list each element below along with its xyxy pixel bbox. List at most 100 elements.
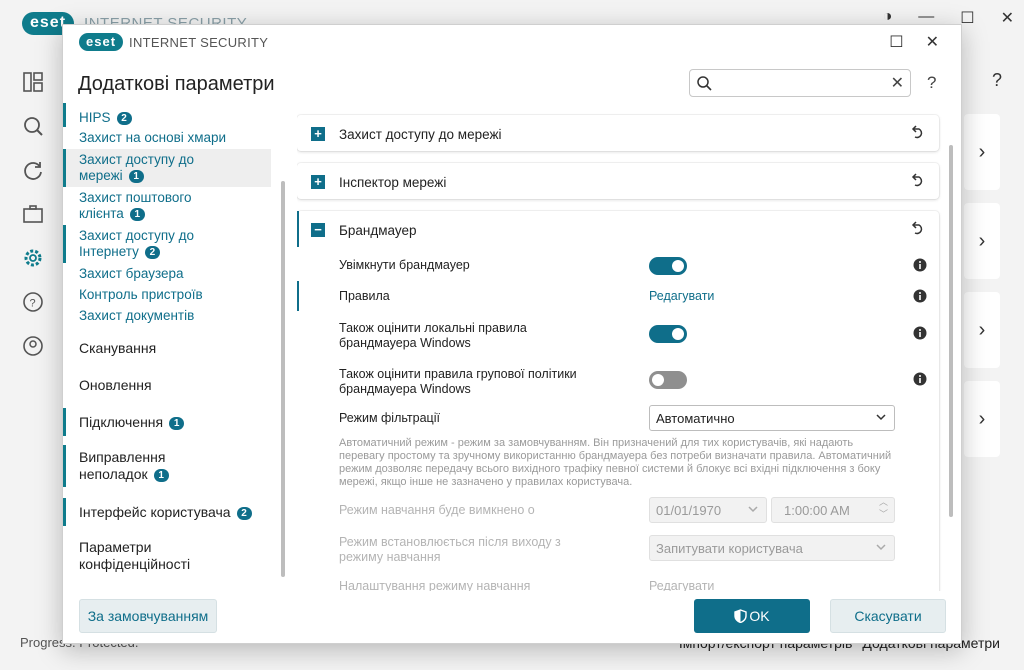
spinner-arrows-icon[interactable]: ︿ ﹀ (879, 496, 888, 520)
tree-item-hips[interactable]: HIPS 2 (63, 109, 293, 127)
info-icon[interactable] (913, 326, 927, 340)
shield-icon (734, 609, 748, 623)
bg-card-3[interactable]: › (964, 292, 1000, 368)
nav-scan[interactable] (0, 104, 62, 148)
nav-tools[interactable] (0, 192, 62, 236)
setting-label: Також оцінити правила групової політики … (339, 367, 577, 396)
tree-item-label: Параметри конфіденційності (79, 539, 191, 572)
content-scrollbar[interactable] (949, 145, 953, 517)
close-icon[interactable]: ✕ (926, 32, 939, 52)
expand-icon[interactable]: + (311, 127, 325, 141)
filter-mode-description: Автоматичний режим - режим за замовчуван… (339, 437, 892, 488)
nav-update[interactable] (0, 148, 62, 192)
tree-item-device-control[interactable]: Контроль пристроїв (63, 284, 293, 305)
section-firewall: − Брандмауер Увімкнути брандмауер Правил… (297, 211, 939, 591)
tree-item-network-access[interactable]: Захист доступу до мережі 1 (63, 149, 271, 187)
tree-item-label: Захист на основі хмари (79, 130, 227, 145)
chevron-right-icon: › (978, 407, 986, 430)
dialog-product-name: INTERNET SECURITY (129, 34, 269, 50)
tree-item-updates[interactable]: Оновлення (63, 375, 293, 412)
enable-firewall-toggle[interactable] (649, 257, 687, 275)
tree-item-label: Захист поштового клієнта 1 (79, 190, 192, 221)
count-badge: 1 (129, 208, 145, 221)
clear-search-icon[interactable]: ✕ (891, 73, 904, 93)
tree-item-cloud[interactable]: Захист на основі хмари (63, 127, 293, 149)
tree-item-email[interactable]: Захист поштового клієнта 1 (63, 187, 293, 225)
section-network-inspector[interactable]: + Інспектор мережі (297, 163, 939, 199)
edit-rules-link[interactable]: Редагувати (649, 289, 714, 303)
learning-date-picker[interactable]: 01/01/1970 (649, 497, 767, 523)
setting-label: Увімкнути брандмауер (339, 258, 470, 272)
main-sidebar: ? (0, 60, 62, 368)
count-badge: 2 (116, 112, 132, 125)
info-icon[interactable] (913, 372, 927, 386)
help-icon[interactable]: ? (927, 73, 936, 93)
maximize-icon[interactable]: ☐ (889, 32, 903, 52)
after-learning-value: Запитувати користувача (656, 541, 803, 556)
after-learning-select[interactable]: Запитувати користувача (649, 535, 895, 561)
nav-overview[interactable] (0, 60, 62, 104)
cancel-button[interactable]: Скасувати (830, 599, 946, 633)
tree-item-troubleshooting[interactable]: Виправлення неполадок 1 (63, 445, 293, 502)
ok-button[interactable]: OK (694, 599, 810, 633)
expand-icon[interactable]: + (311, 175, 325, 189)
search-input[interactable] (716, 73, 876, 93)
learning-time-picker[interactable]: 1:00:00 AM ︿ ﹀ (771, 497, 895, 523)
page-title: Додаткові параметри (78, 73, 275, 95)
close-icon[interactable]: ✕ (1001, 8, 1014, 28)
section-header[interactable]: + Захист доступу до мережі (297, 115, 939, 153)
tree-item-label: Виправлення неполадок 1 (79, 449, 199, 483)
collapse-icon[interactable]: − (311, 223, 325, 237)
nav-help[interactable]: ? (0, 280, 62, 324)
group-policy-toggle[interactable] (649, 371, 687, 389)
count-badge: 2 (144, 246, 160, 259)
tree-item-documents[interactable]: Захист документів (63, 305, 293, 326)
maximize-icon[interactable]: ☐ (960, 8, 974, 28)
count-badge: 1 (128, 170, 144, 183)
help-circle-icon: ? (23, 292, 43, 312)
tree-item-privacy[interactable]: Параметри конфіденційності (63, 539, 293, 579)
tree-item-browser[interactable]: Захист браузера (63, 263, 293, 284)
section-title: Брандмауер (339, 223, 417, 238)
nav-account[interactable] (0, 324, 62, 368)
section-header[interactable]: + Інспектор мережі (297, 163, 939, 201)
tree-item-label: Захист браузера (79, 266, 184, 281)
bg-card-4[interactable]: › (964, 381, 1000, 457)
tree-item-user-interface[interactable]: Інтерфейс користувача 2 (63, 498, 293, 539)
local-rules-toggle[interactable] (649, 325, 687, 343)
tree-item-scanning[interactable]: Сканування (63, 338, 293, 375)
filter-mode-select[interactable]: Автоматично (649, 405, 895, 431)
section-network-access[interactable]: + Захист доступу до мережі (297, 115, 939, 151)
chevron-down-icon (876, 414, 886, 421)
info-icon[interactable] (913, 258, 927, 272)
default-button[interactable]: За замовчуванням (79, 599, 217, 633)
setting-filter-mode: Режим фільтрації Автоматично (297, 405, 939, 435)
nav-setup[interactable] (0, 236, 62, 280)
bg-card-1[interactable]: › (964, 114, 1000, 190)
tree-item-web-access[interactable]: Захист доступу до Інтернету 2 (63, 225, 293, 263)
revert-icon[interactable] (909, 125, 925, 141)
setting-label: Також оцінити локальні правила брандмауе… (339, 321, 527, 350)
dialog-titlebar: eset INTERNET SECURITY ☐ ✕ (63, 25, 961, 59)
settings-tree: HIPS 2 Захист на основі хмари Захист дост… (63, 103, 293, 581)
info-icon[interactable] (913, 289, 927, 303)
tree-item-connectivity[interactable]: Підключення 1 (63, 408, 293, 449)
tree-scrollbar[interactable] (281, 181, 285, 577)
count-badge: 1 (153, 469, 169, 482)
ok-label: OK (749, 608, 770, 624)
revert-icon[interactable] (909, 173, 925, 189)
tree-item-label: Захист документів (79, 308, 195, 323)
setting-learning-end: Режим навчання буде вимкнено о 01/01/197… (297, 497, 939, 525)
chevron-right-icon: › (978, 229, 986, 252)
chevron-down-icon (748, 506, 758, 513)
search-icon (24, 117, 43, 136)
user-icon (23, 336, 43, 356)
search-box[interactable]: ✕ (689, 69, 911, 97)
revert-icon[interactable] (909, 221, 925, 237)
section-header[interactable]: − Брандмауер (297, 211, 939, 249)
section-title: Захист доступу до мережі (339, 127, 502, 142)
main-help-icon[interactable]: ? (992, 70, 1002, 91)
eset-logo: eset (79, 33, 124, 51)
setting-group-policy: Також оцінити правила групової політики … (297, 365, 939, 397)
bg-card-2[interactable]: › (964, 203, 1000, 279)
